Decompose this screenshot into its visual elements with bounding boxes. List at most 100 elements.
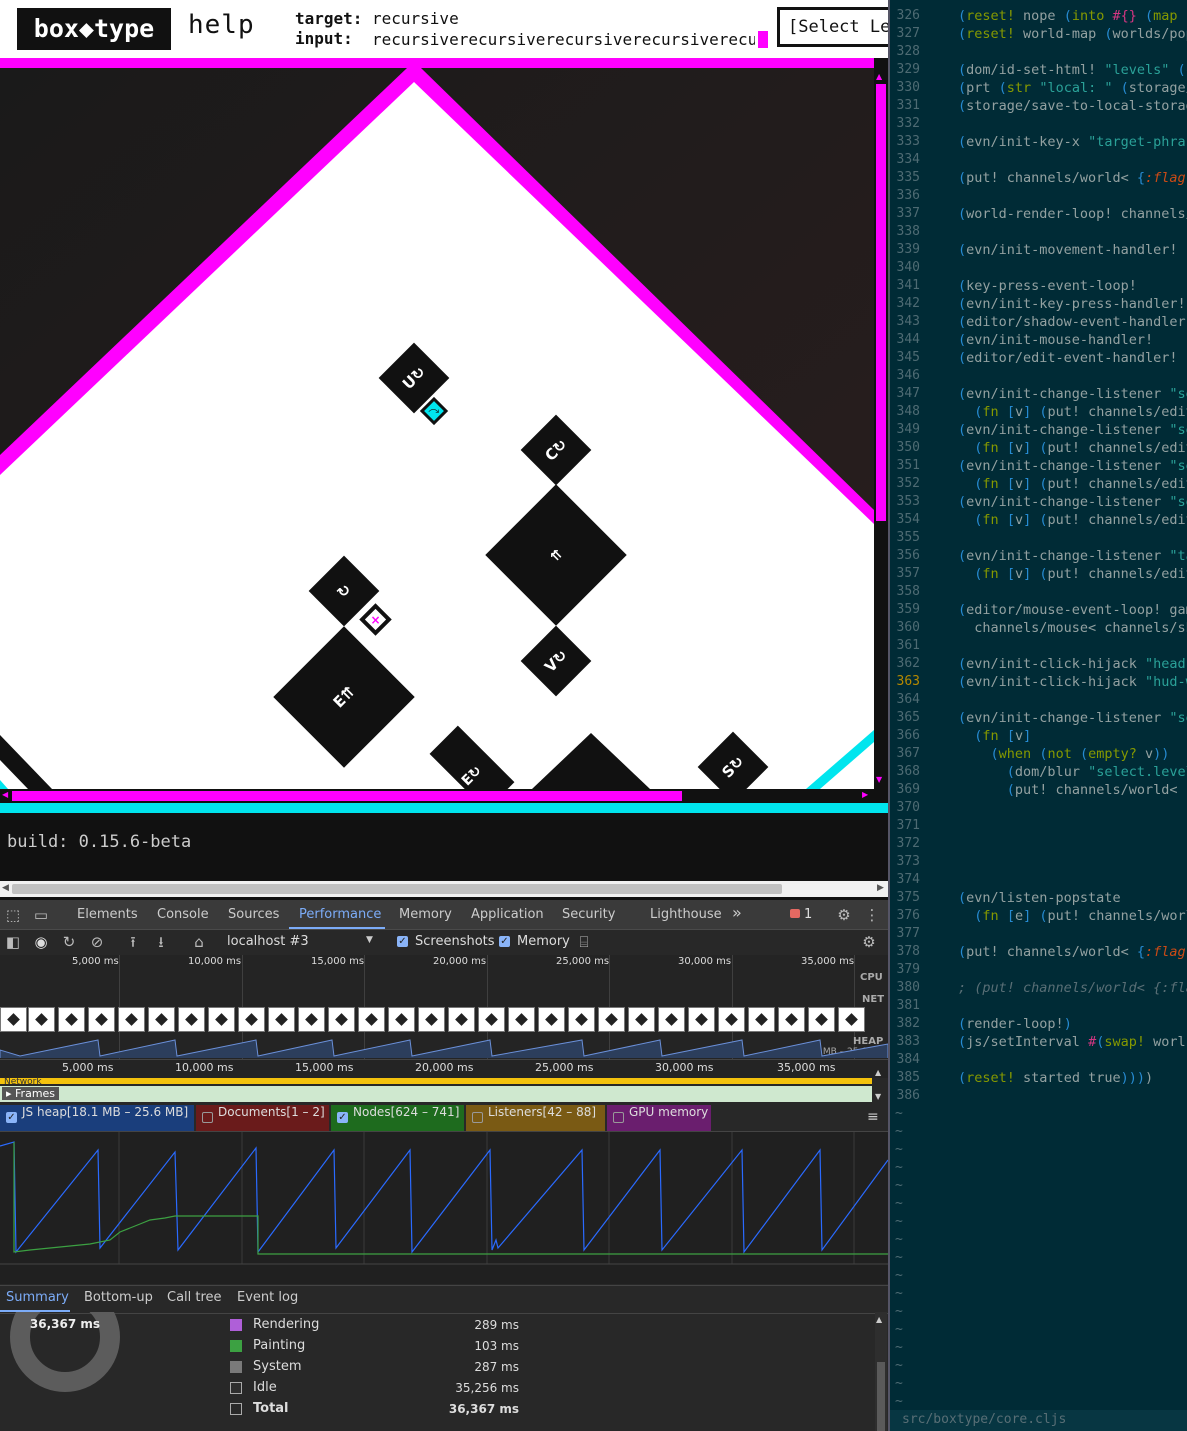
screenshot-thumbnail[interactable] [598,1007,625,1032]
tab-performance[interactable]: Performance [299,907,381,922]
network-track[interactable] [0,1078,872,1084]
text-cursor [758,31,768,48]
help-link[interactable]: help [188,10,255,40]
screenshot-thumbnail[interactable] [688,1007,715,1032]
capture-settings-icon[interactable]: ⚙ [861,934,877,950]
nodes-counter[interactable]: ✓ Nodes[624 – 741] [331,1105,464,1131]
screenshot-thumbnail[interactable] [568,1007,595,1032]
screenshot-thumbnail[interactable] [88,1007,115,1032]
screenshot-thumbnail[interactable] [178,1007,205,1032]
page-horizontal-scroll-thumb[interactable] [12,884,782,894]
inspect-element-icon[interactable]: ⬚ [5,907,21,923]
upload-profile-icon[interactable]: ⭱ [125,934,141,950]
documents-counter[interactable]: Documents[1 – 2] [196,1105,329,1131]
screenshot-thumbnail[interactable] [478,1007,505,1032]
tab-sources[interactable]: Sources [228,907,279,922]
sidebar-toggle-icon[interactable]: ◧ [5,934,21,950]
summary-scroll-up-icon[interactable]: ▲ [876,1315,882,1324]
kebab-menu-icon[interactable]: ⋮ [864,907,880,923]
home-icon[interactable]: ⌂ [191,934,207,950]
screenshot-thumbnail[interactable] [838,1007,865,1032]
listeners-counter-checkbox[interactable] [472,1112,483,1123]
screenshot-thumbnail[interactable] [748,1007,775,1032]
scroll-up-icon[interactable]: ▲ [875,1068,881,1077]
screenshots-checkbox[interactable]: ✓ [397,936,408,947]
screenshot-thumbnail[interactable] [208,1007,235,1032]
gpu-memory-counter[interactable]: GPU memory [607,1105,711,1131]
summary-scroll-thumb[interactable] [877,1362,885,1431]
screenshot-thumbnail[interactable] [148,1007,175,1032]
screenshot-thumbnail[interactable] [238,1007,265,1032]
js-heap-counter[interactable]: ✓ JS heap[18.1 MB – 25.6 MB] [0,1105,194,1131]
line-number: 348 [896,404,920,419]
scroll-up-arrow-icon[interactable]: ▲ [876,72,882,81]
tab-application[interactable]: Application [471,907,544,922]
screenshot-thumbnail[interactable] [358,1007,385,1032]
device-toolbar-icon[interactable]: ▭ [33,907,49,923]
board-horizontal-scroll-thumb[interactable] [12,791,682,801]
screenshot-thumbnail[interactable] [448,1007,475,1032]
screenshot-thumbnail[interactable] [808,1007,835,1032]
scroll-right-arrow-icon[interactable]: ▶ [862,790,868,799]
page-scroll-right-icon[interactable]: ▶ [877,883,884,893]
screenshot-thumbnail[interactable] [118,1007,145,1032]
clear-icon[interactable]: ⊘ [89,934,105,950]
screenshot-thumbnail[interactable] [58,1007,85,1032]
screenshot-thumbnail[interactable] [28,1007,55,1032]
boxtype-logo[interactable]: box◆type [17,8,171,50]
frames-label[interactable]: ▸ Frames [2,1087,60,1100]
scroll-down-arrow-icon[interactable]: ▼ [876,775,882,784]
memory-graph[interactable] [0,1132,888,1284]
page-scroll-left-icon[interactable]: ◀ [2,883,9,893]
tab-summary[interactable]: Summary [6,1290,69,1305]
tab-bottom-up[interactable]: Bottom-up [84,1290,153,1305]
input-field[interactable]: recursiverecursiverecursiverecursiverecu… [372,30,755,50]
tab-call-tree[interactable]: Call tree [167,1290,222,1305]
game-board[interactable]: U↻ ⤵ C↻ ⇈ ↻ × V↻ E⇈ E↻ S↻ [0,58,874,789]
tab-elements[interactable]: Elements [77,907,138,922]
screenshot-thumbnail[interactable] [418,1007,445,1032]
tab-console[interactable]: Console [157,907,209,922]
nodes-counter-checkbox[interactable]: ✓ [337,1112,348,1123]
screenshot-thumbnail[interactable] [388,1007,415,1032]
screenshot-thumbnail[interactable] [0,1007,27,1032]
screenshot-thumbnail[interactable] [718,1007,745,1032]
line-number: 383 [896,1034,920,1049]
screenshot-thumbnail[interactable] [508,1007,535,1032]
screenshot-thumbnail[interactable] [628,1007,655,1032]
reload-record-icon[interactable]: ↻ [61,934,77,950]
line-number: 378 [896,944,920,959]
scroll-left-arrow-icon[interactable]: ◀ [2,790,8,799]
settings-gear-icon[interactable]: ⚙ [836,907,852,923]
js-heap-counter-checkbox[interactable]: ✓ [6,1112,17,1123]
thumbnail-mark [215,1013,228,1026]
tab-lighthouse[interactable]: Lighthouse [650,907,722,922]
screenshot-thumbnail[interactable] [778,1007,805,1032]
overview-tick: 30,000 ms [678,956,732,967]
screenshot-thumbnail[interactable] [658,1007,685,1032]
issues-badge[interactable]: 1 [790,907,812,922]
memory-checkbox[interactable]: ✓ [499,936,510,947]
screenshot-thumbnail[interactable] [268,1007,295,1032]
dropdown-caret-icon[interactable]: ▼ [366,935,373,945]
download-profile-icon[interactable]: ⭳ [153,934,169,950]
screenshot-thumbnail[interactable] [298,1007,325,1032]
documents-counter-checkbox[interactable] [202,1112,213,1123]
tab-memory[interactable]: Memory [399,907,452,922]
screenshot-thumbnail[interactable] [538,1007,565,1032]
garbage-collect-icon[interactable]: ⌸ [576,934,592,950]
scroll-down-icon[interactable]: ▼ [875,1092,881,1101]
tab-security[interactable]: Security [562,907,615,922]
level-select[interactable]: [Select Level] [777,7,897,47]
counters-menu-icon[interactable]: ≡ [867,1109,879,1125]
record-icon[interactable]: ◉ [33,934,49,950]
target-select[interactable]: localhost #3 [227,934,309,949]
more-tabs-chevron-icon[interactable]: » [732,903,742,922]
board-vertical-scroll-thumb[interactable] [876,84,886,521]
tab-event-log[interactable]: Event log [237,1290,298,1305]
listeners-counter[interactable]: Listeners[42 – 88] [466,1105,605,1131]
frames-track[interactable] [0,1086,872,1102]
screenshot-thumbnail[interactable] [328,1007,355,1032]
gpu-memory-counter-checkbox[interactable] [613,1112,624,1123]
code-line: (fn [v] (put! channels/edit [974,440,1187,456]
